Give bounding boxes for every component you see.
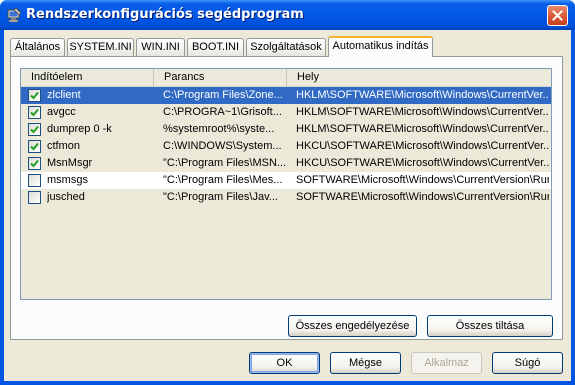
table-row[interactable]: ctfmon C:\WINDOWS\System... HKCU\SOFTWARE\… [21, 138, 551, 155]
startup-location: HKLM\SOFTWARE\Microsoft\Windows\CurrentV… [296, 89, 549, 101]
startup-command: "C:\Program Files\Jav... [163, 191, 278, 203]
checkmark-icon [30, 91, 39, 100]
startup-command: C:\WINDOWS\System... [163, 140, 282, 152]
tab-altalanos[interactable]: Általános [10, 38, 65, 56]
startup-item-name: MsnMsgr [47, 157, 93, 169]
startup-checkbox[interactable] [28, 140, 41, 153]
checkmark-icon [30, 142, 39, 151]
enable-all-button[interactable]: Összes engedélyezése [288, 315, 417, 337]
tab-szolgaltatasok[interactable]: Szolgáltatások [246, 38, 326, 56]
column-header-location[interactable]: Hely [287, 69, 551, 86]
tab-system-ini[interactable]: SYSTEM.INI [67, 38, 134, 56]
startup-checkbox[interactable] [28, 123, 41, 136]
close-icon [552, 10, 563, 21]
startup-location: HKCU\SOFTWARE\Microsoft\Windows\CurrentV… [296, 157, 549, 169]
cancel-button[interactable]: Mégse [330, 352, 401, 374]
checkmark-icon [30, 159, 39, 168]
disable-all-button[interactable]: Összes tiltása [427, 315, 553, 337]
close-button[interactable] [547, 5, 568, 26]
startup-item-name: avgcc [47, 106, 76, 118]
checkmark-icon [30, 108, 39, 117]
startup-checkbox[interactable] [28, 191, 41, 204]
column-header-startup-item[interactable]: Indítóelem [21, 69, 154, 86]
tab-boot-ini[interactable]: BOOT.INI [187, 38, 244, 56]
computer-tools-icon [7, 7, 22, 23]
startup-location: HKLM\SOFTWARE\Microsoft\Windows\CurrentV… [296, 123, 549, 135]
config-window: Rendszerkonfigurációs segédprogram Által… [0, 0, 575, 385]
startup-command: "C:\Program Files\Mes... [163, 174, 283, 186]
startup-location: HKCU\SOFTWARE\Microsoft\Windows\CurrentV… [296, 140, 549, 152]
startup-item-name: zlclient [47, 89, 81, 101]
column-header-command[interactable]: Parancs [154, 69, 287, 86]
dialog-body: Általános SYSTEM.INI WIN.INI BOOT.INI Sz… [4, 30, 571, 381]
table-row[interactable]: zlclient C:\Program Files\Zone... HKLM\SOF… [21, 87, 551, 104]
startup-checkbox[interactable] [28, 174, 41, 187]
checkmark-icon [30, 125, 39, 134]
tab-automatikus-inditas[interactable]: Automatikus indítás [328, 36, 433, 57]
table-row[interactable]: dumprep 0 -k %systemroot%\syste... HKLM\SO… [21, 121, 551, 138]
apply-button: Alkalmaz [411, 352, 482, 374]
startup-checkbox[interactable] [28, 89, 41, 102]
tab-win-ini[interactable]: WIN.INI [136, 38, 185, 56]
startup-command: "C:\Program Files\MSN... [163, 157, 287, 169]
help-button[interactable]: Súgó [492, 352, 563, 374]
window-title: Rendszerkonfigurációs segédprogram [26, 7, 304, 22]
table-row[interactable]: avgcc C:\PROGRA~1\Grisoft... HKLM\SOFTWARE… [21, 104, 551, 121]
title-bar[interactable]: Rendszerkonfigurációs segédprogram [0, 0, 575, 30]
table-row[interactable]: MsnMsgr "C:\Program Files\MSN... HKCU\SOFT… [21, 155, 551, 172]
startup-location: SOFTWARE\Microsoft\Windows\CurrentVersio… [296, 174, 549, 186]
startup-item-name: dumprep 0 -k [47, 123, 112, 135]
startup-command: C:\Program Files\Zone... [163, 89, 283, 101]
startup-item-name: ctfmon [47, 140, 81, 152]
startup-location: HKLM\SOFTWARE\Microsoft\Windows\CurrentV… [296, 106, 549, 118]
startup-checkbox[interactable] [28, 106, 41, 119]
startup-checkbox[interactable] [28, 157, 41, 170]
startup-list[interactable]: Indítóelem Parancs Hely zlclient C:\Progr… [20, 68, 552, 300]
startup-command: C:\PROGRA~1\Grisoft... [163, 106, 282, 118]
startup-item-name: msmsgs [47, 174, 88, 186]
table-row[interactable]: msmsgs "C:\Program Files\Mes... SOFTWARE\M… [21, 172, 551, 189]
startup-item-name: jusched [47, 191, 85, 203]
list-header: Indítóelem Parancs Hely [21, 69, 551, 87]
startup-command: %systemroot%\syste... [163, 123, 275, 135]
startup-location: SOFTWARE\Microsoft\Windows\CurrentVersio… [296, 191, 549, 203]
table-row[interactable]: jusched "C:\Program Files\Jav... SOFTWARE\… [21, 189, 551, 206]
ok-button[interactable]: OK [249, 352, 320, 374]
